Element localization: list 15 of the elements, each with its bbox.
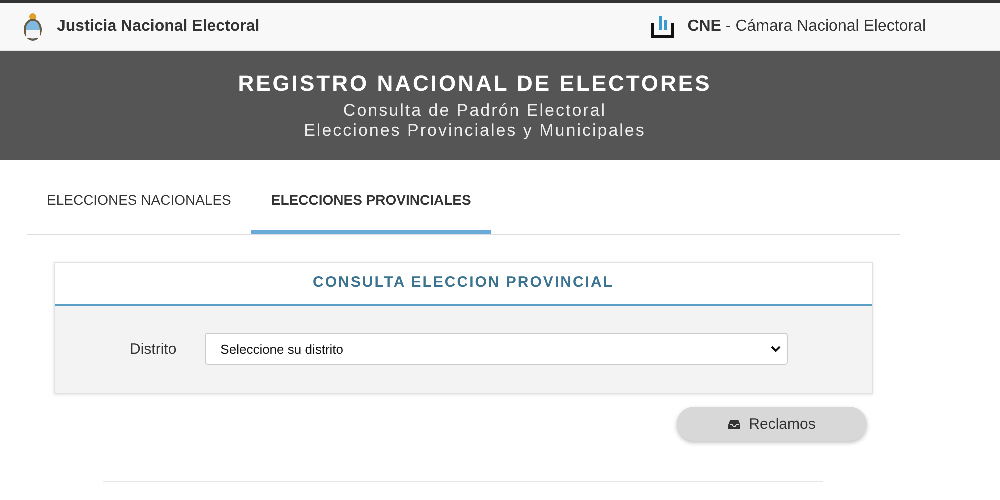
inbox-icon xyxy=(728,418,742,430)
banner-title: REGISTRO NACIONAL DE ELECTORES xyxy=(238,70,712,96)
shield-emblem-icon xyxy=(22,12,44,42)
tab[interactable]: ELECCIONES PROVINCIALES xyxy=(251,172,492,234)
organization-title: CNE - Cámara Nacional Electoral xyxy=(688,18,926,36)
banner-subtitle: Consulta de Padrón Electoral xyxy=(343,100,607,120)
chevron-down-icon xyxy=(771,346,781,352)
district-select[interactable]: Seleccione su distrito xyxy=(204,333,788,365)
banner-subtitle: Elecciones Provinciales y Municipales xyxy=(304,120,646,140)
field-label: Distrito xyxy=(130,340,177,358)
panel-title: CONSULTA ELECCION PROVINCIAL xyxy=(313,274,614,291)
building-logo-icon xyxy=(650,14,675,38)
tab[interactable]: ELECCIONES NACIONALES xyxy=(27,172,252,234)
claims-button[interactable]: Reclamos xyxy=(677,407,867,441)
site-title: Justicia Nacional Electoral xyxy=(57,18,260,36)
